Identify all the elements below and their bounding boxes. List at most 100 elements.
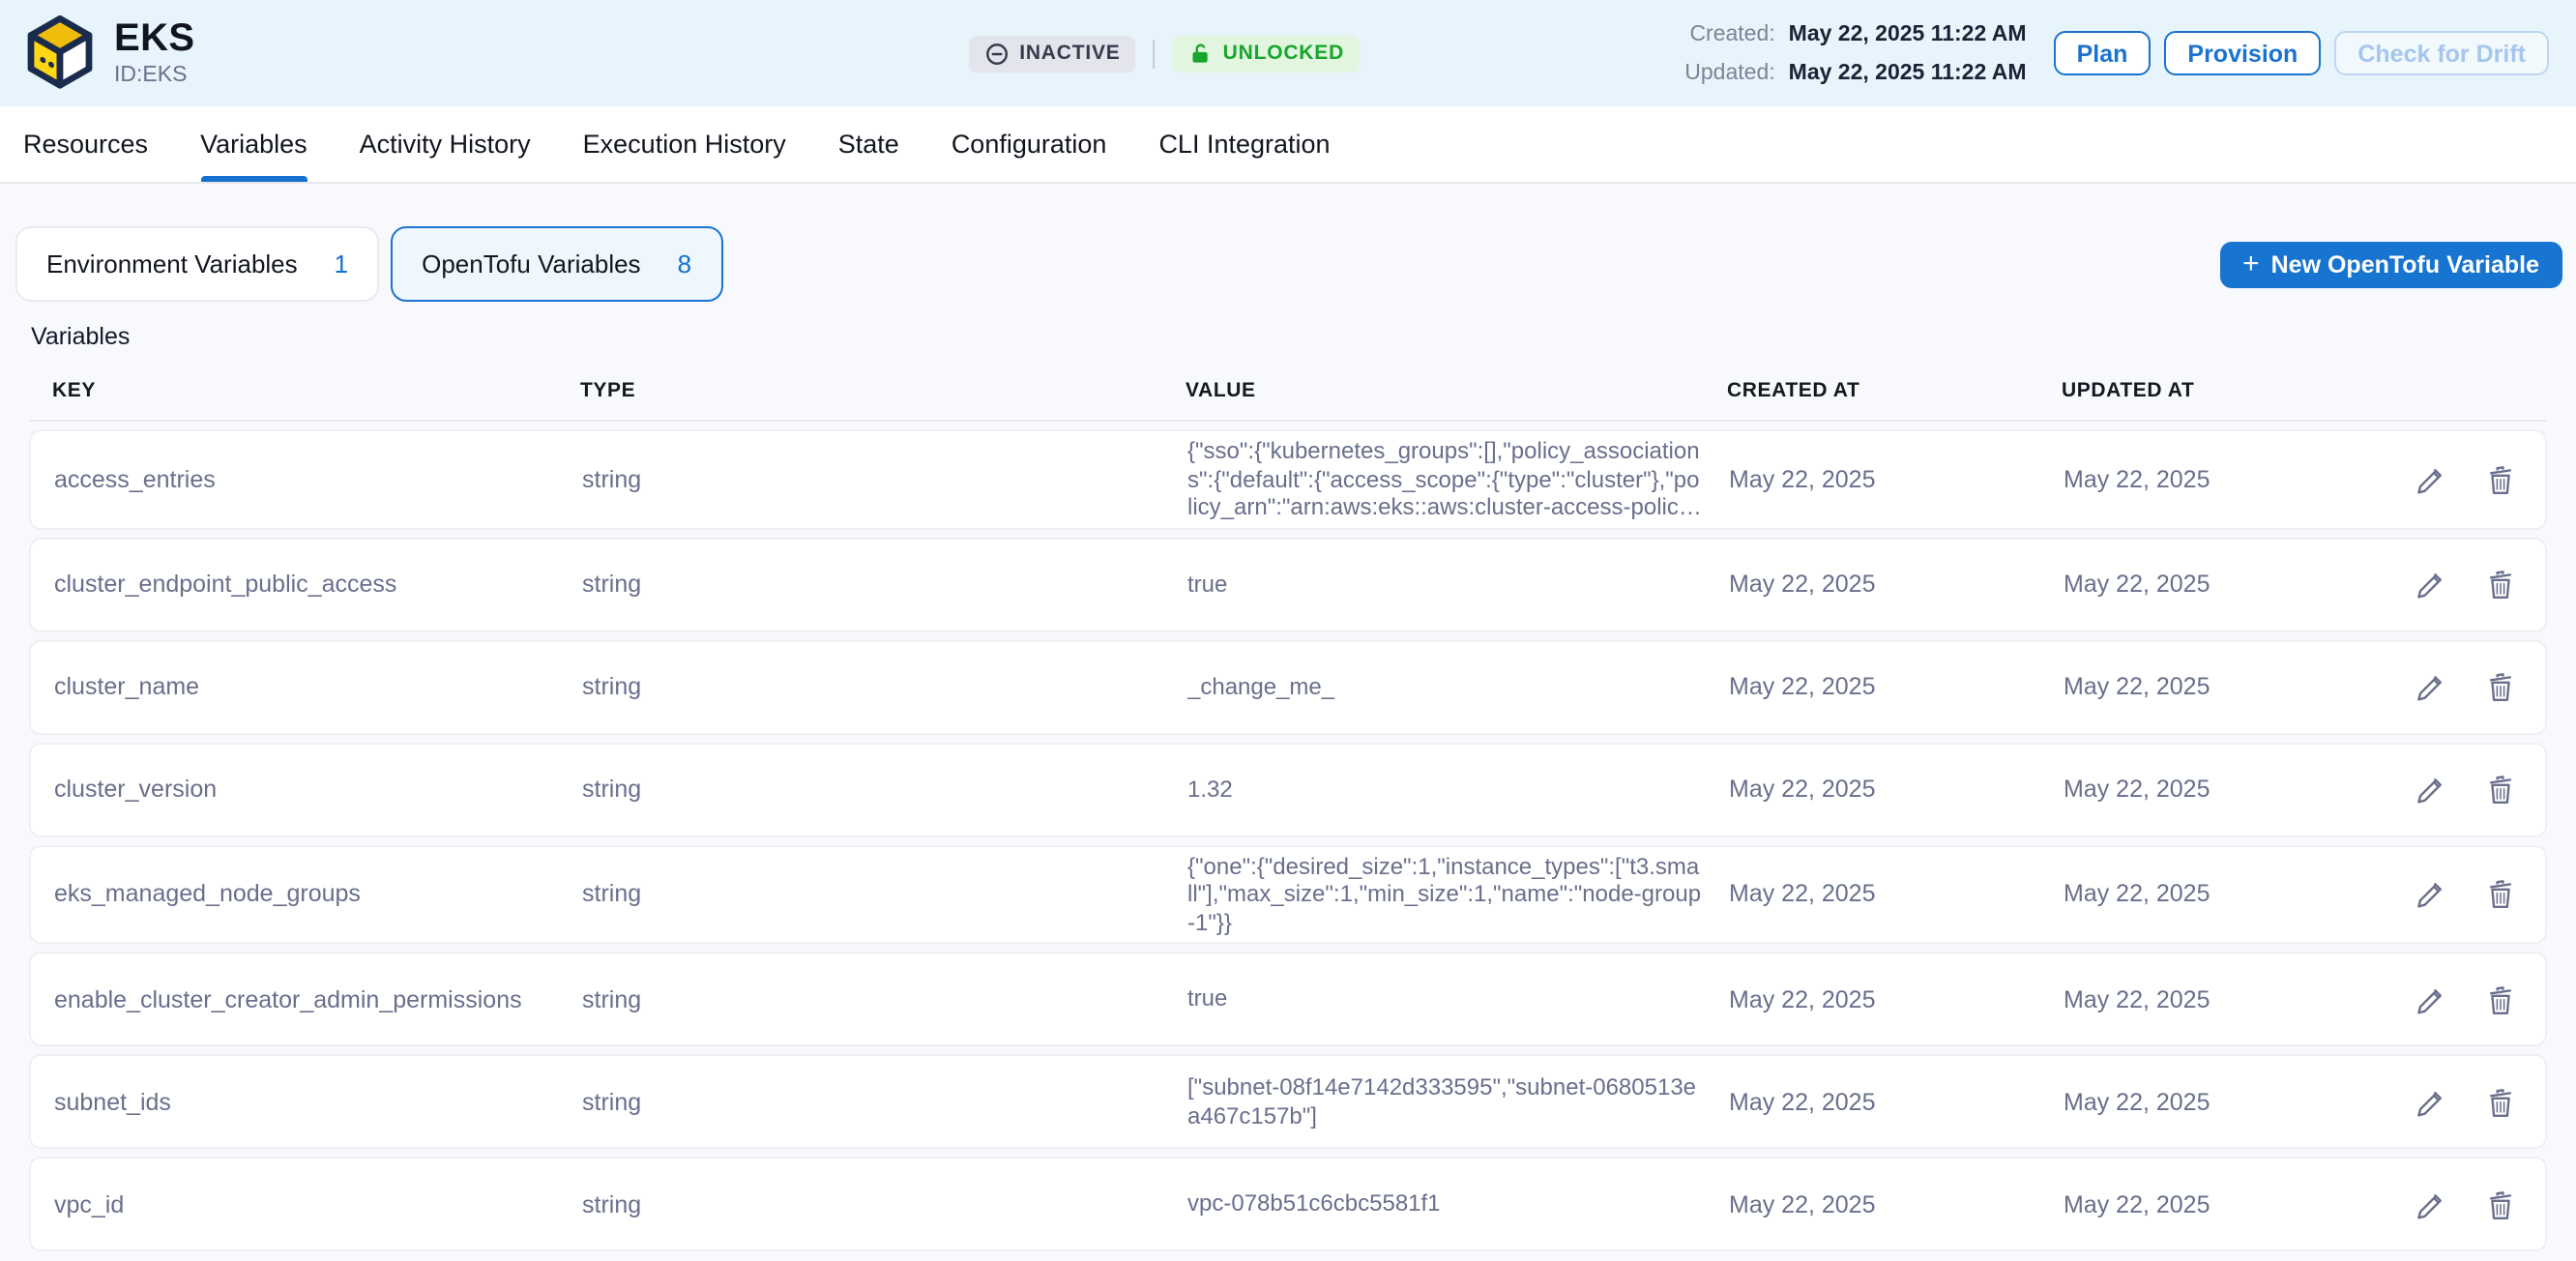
variable-type: string [582,1088,1187,1115]
check-for-drift-button[interactable]: Check for Drift [2334,31,2549,75]
delete-variable-button[interactable] [2483,669,2518,704]
variable-updated-at: May 22, 2025 [2064,985,2344,1012]
updated-value: May 22, 2025 11:22 AM [1789,61,2027,84]
row-actions [2344,1084,2522,1119]
variable-value: ["subnet-08f14e7142d333595","subnet-0680… [1187,1073,1729,1129]
workspace-page: EKS ID:EKS INACTIVE UNLOCKED [0,0,2576,1261]
row-actions [2344,567,2522,601]
status-badge: INACTIVE [969,35,1135,72]
variable-updated-at: May 22, 2025 [2064,571,2344,598]
variable-type: string [582,776,1187,803]
variable-key: eks_managed_node_groups [54,881,582,908]
tab-bar: Resources Variables Activity History Exe… [0,106,2576,184]
section-title: Variables [31,323,2576,350]
tab-resources[interactable]: Resources [23,106,148,182]
status-badge-label: INACTIVE [1019,42,1120,65]
plus-icon: + [2242,249,2260,279]
edit-variable-button[interactable] [2414,669,2448,704]
delete-variable-button[interactable] [2483,567,2518,601]
variable-type: string [582,571,1187,598]
badge-divider [1154,39,1156,68]
column-type: TYPE [580,379,1186,402]
lock-badge: UNLOCKED [1173,35,1360,72]
header-actions: Plan Provision Check for Drift [2054,31,2549,75]
delete-variable-button[interactable] [2483,772,2518,806]
table-row: cluster_endpoint_public_access string tr… [29,537,2547,631]
tab-cli-integration[interactable]: CLI Integration [1158,106,1330,182]
provision-button[interactable]: Provision [2164,31,2321,75]
row-actions [2344,1187,2522,1221]
variable-type: string [582,985,1187,1012]
table-header: KEY TYPE VALUE CREATED AT UPDATED AT [29,367,2547,422]
edit-variable-button[interactable] [2414,772,2448,806]
plan-button[interactable]: Plan [2054,31,2152,75]
subtab-environment-label: Environment Variables [46,249,298,279]
table-row: cluster_version string 1.32 May 22, 2025… [29,742,2547,836]
variable-created-at: May 22, 2025 [1729,1088,2064,1115]
table-row: eks_managed_node_groups string {"one":{"… [29,844,2547,944]
page-title: EKS [114,19,194,61]
variable-type: string [582,673,1187,700]
timestamps: Created: May 22, 2025 11:22 AM Updated: … [1684,22,2026,84]
edit-variable-button[interactable] [2414,982,2448,1016]
column-value: VALUE [1186,379,1727,402]
row-actions [2344,772,2522,806]
variable-type: string [582,466,1187,493]
variable-created-at: May 22, 2025 [1729,673,2064,700]
edit-variable-button[interactable] [2414,1187,2448,1221]
table-row: cluster_name string _change_me_ May 22, … [29,639,2547,734]
variable-updated-at: May 22, 2025 [2064,466,2344,493]
created-label: Created: [1684,22,1774,45]
row-actions [2344,462,2522,497]
variable-value: 1.32 [1187,776,1729,804]
row-actions [2344,877,2522,912]
subtab-environment-count: 1 [335,249,348,279]
edit-variable-button[interactable] [2414,1084,2448,1119]
variable-value: vpc-078b51c6cbc5581f1 [1187,1190,1729,1218]
column-updated-at: UPDATED AT [2062,379,2342,402]
variable-key: cluster_name [54,673,582,700]
table-row: access_entries string {"sso":{"kubernete… [29,429,2547,529]
tab-activity-history[interactable]: Activity History [360,106,531,182]
title-block: EKS ID:EKS [114,19,194,86]
variable-type: string [582,1190,1187,1217]
column-created-at: CREATED AT [1727,379,2062,402]
delete-variable-button[interactable] [2483,462,2518,497]
variable-key: cluster_endpoint_public_access [54,571,582,598]
variable-created-at: May 22, 2025 [1729,571,2064,598]
variable-created-at: May 22, 2025 [1729,1190,2064,1217]
tab-variables[interactable]: Variables [200,106,307,182]
edit-variable-button[interactable] [2414,462,2448,497]
status-badges: INACTIVE UNLOCKED [969,35,1360,72]
tab-configuration[interactable]: Configuration [951,106,1107,182]
created-value: May 22, 2025 11:22 AM [1789,22,2027,45]
column-key: KEY [52,379,580,402]
delete-variable-button[interactable] [2483,982,2518,1016]
variable-updated-at: May 22, 2025 [2064,1088,2344,1115]
subtab-opentofu-variables[interactable]: OpenTofu Variables 8 [391,226,722,302]
delete-variable-button[interactable] [2483,877,2518,912]
variable-value: true [1187,571,1729,599]
lock-badge-label: UNLOCKED [1223,42,1344,65]
variable-value: true [1187,985,1729,1013]
tab-execution-history[interactable]: Execution History [583,106,786,182]
edit-variable-button[interactable] [2414,877,2448,912]
delete-variable-button[interactable] [2483,1187,2518,1221]
new-opentofu-variable-button[interactable]: + New OpenTofu Variable [2219,241,2562,287]
variable-created-at: May 22, 2025 [1729,776,2064,803]
table-row: enable_cluster_creator_admin_permissions… [29,952,2547,1046]
variable-key: access_entries [54,466,582,493]
subtab-environment-variables[interactable]: Environment Variables 1 [15,226,379,302]
variable-created-at: May 22, 2025 [1729,881,2064,908]
variable-key: enable_cluster_creator_admin_permissions [54,985,582,1012]
table-row: vpc_id string vpc-078b51c6cbc5581f1 May … [29,1157,2547,1251]
tab-state[interactable]: State [838,106,899,182]
edit-variable-button[interactable] [2414,567,2448,601]
circle-minus-icon [984,41,1010,66]
subtab-opentofu-count: 8 [678,249,691,279]
variable-key: vpc_id [54,1190,582,1217]
variable-value: {"sso":{"kubernetes_groups":[],"policy_a… [1187,437,1729,521]
delete-variable-button[interactable] [2483,1084,2518,1119]
variable-updated-at: May 22, 2025 [2064,673,2344,700]
variable-created-at: May 22, 2025 [1729,466,2064,493]
